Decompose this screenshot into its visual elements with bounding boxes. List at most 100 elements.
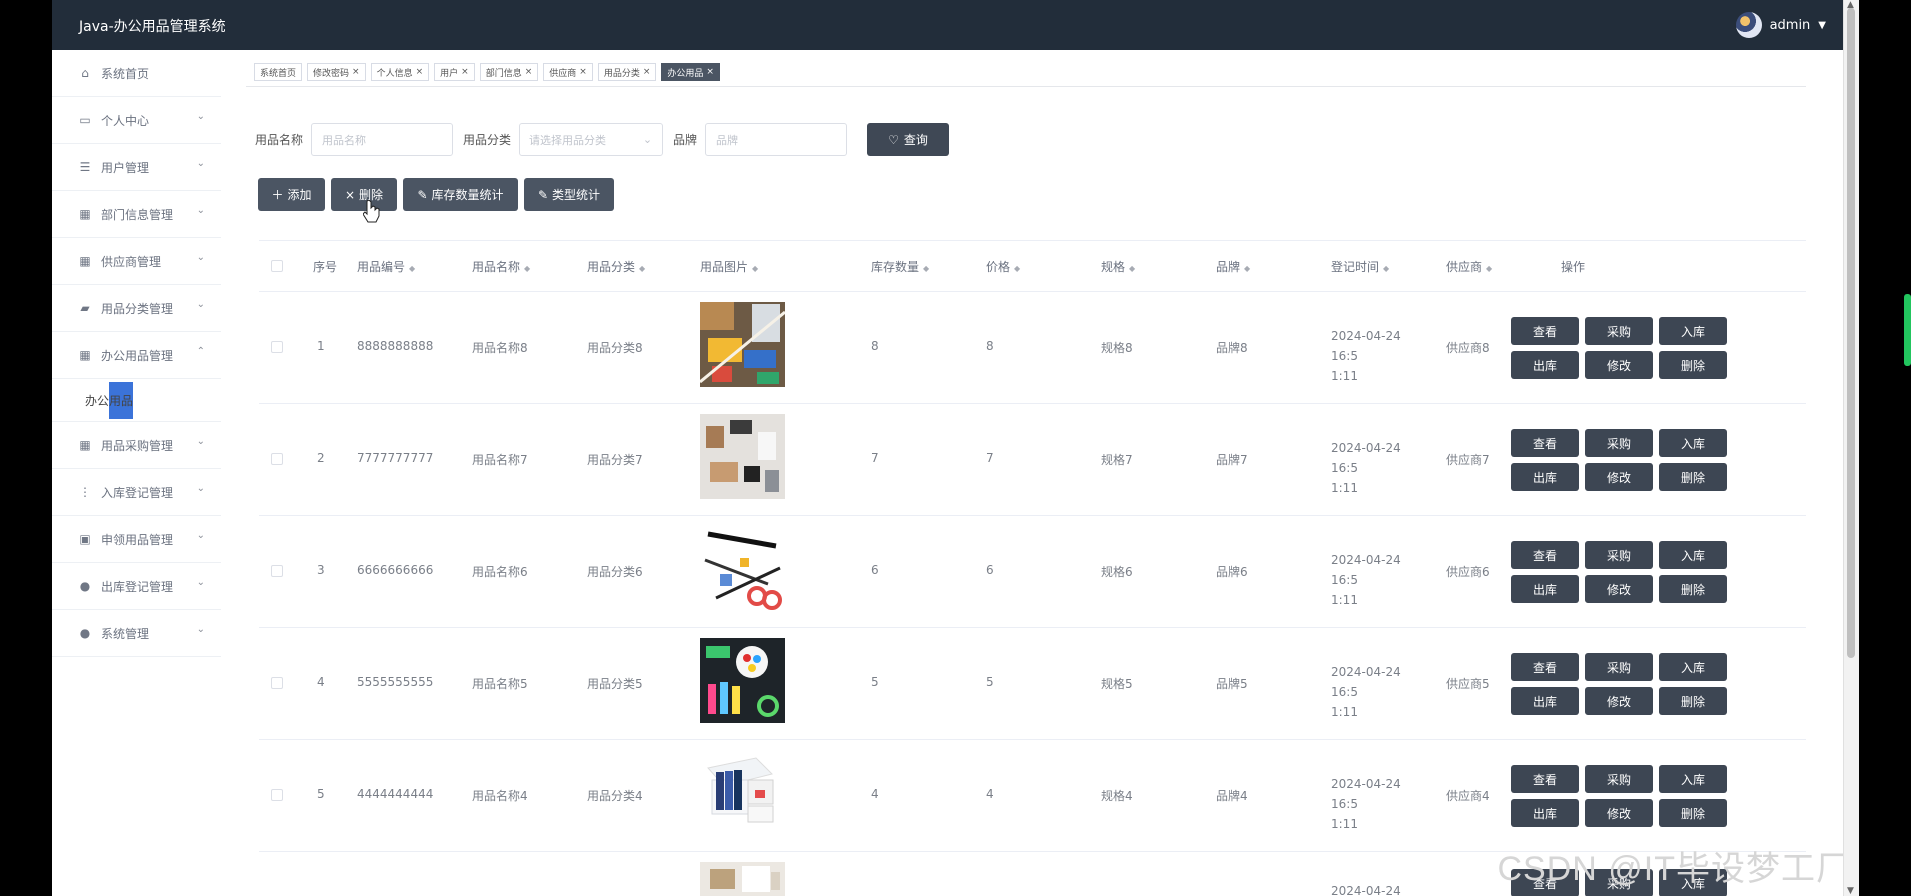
desk-photo-image[interactable] xyxy=(700,862,785,896)
row-checkbox[interactable] xyxy=(271,789,283,801)
purchase-button[interactable]: 采购 xyxy=(1585,653,1653,681)
inbound-button[interactable]: 入库 xyxy=(1659,765,1727,793)
sidebar-item-category-management[interactable]: ▰ 用品分类管理 ⌄ xyxy=(52,285,221,332)
edit-button[interactable]: 修改 xyxy=(1585,799,1653,827)
select-all-checkbox[interactable] xyxy=(271,260,283,272)
outbound-button[interactable]: 出库 xyxy=(1511,463,1579,491)
edit-button[interactable]: 修改 xyxy=(1585,351,1653,379)
sidebar-item-system-management[interactable]: ● 系统管理 ⌄ xyxy=(52,610,221,657)
sidebar-item-label: 系统管理 xyxy=(101,626,150,641)
edit-button[interactable]: 修改 xyxy=(1585,575,1653,603)
column-supplier[interactable]: 供应商 ◆ xyxy=(1446,258,1492,275)
purchase-button[interactable]: 采购 xyxy=(1585,317,1653,345)
file-organizer-image[interactable] xyxy=(700,750,785,835)
row-spec: 规格4 xyxy=(1101,789,1133,803)
delete-row-button[interactable]: 删除 xyxy=(1659,463,1727,491)
category-filter-select[interactable]: 请选择用品分类 ⌄ xyxy=(519,123,664,156)
view-button[interactable]: 查看 xyxy=(1511,765,1579,793)
scroll-thumb[interactable] xyxy=(1847,8,1855,658)
close-icon[interactable]: × xyxy=(352,67,360,77)
add-button[interactable]: ＋ 添加 xyxy=(258,178,325,211)
column-image[interactable]: 用品图片 ◆ xyxy=(700,258,758,275)
sidebar-item-personal-center[interactable]: ▭ 个人中心 ⌄ xyxy=(52,97,221,144)
sidebar-item-request-management[interactable]: ▣ 申领用品管理 ⌄ xyxy=(52,516,221,563)
column-name[interactable]: 用品名称 ◆ xyxy=(472,258,530,275)
sidebar-item-department-management[interactable]: ▦ 部门信息管理 ⌄ xyxy=(52,191,221,238)
inbound-button[interactable]: 入库 xyxy=(1659,653,1727,681)
close-icon[interactable]: × xyxy=(461,67,469,77)
column-code[interactable]: 用品编号 ◆ xyxy=(357,258,415,275)
delete-row-button[interactable]: 删除 xyxy=(1659,799,1727,827)
colorful-stationery-image[interactable] xyxy=(700,638,785,723)
view-button[interactable]: 查看 xyxy=(1511,541,1579,569)
main-content: 系统首页 修改密码 × 个人信息 × 用户 × 部门信息 × 供应商 × 用品分类 × 办公… xyxy=(221,50,1844,896)
column-time[interactable]: 登记时间 ◆ xyxy=(1331,258,1389,275)
tab-office-supplies[interactable]: 办公用品 × xyxy=(661,63,720,81)
query-button[interactable]: ♡ 查询 xyxy=(867,123,950,156)
sidebar-item-label: 入库登记管理 xyxy=(101,485,174,500)
outbound-button[interactable]: 出库 xyxy=(1511,799,1579,827)
stationery-tools-image[interactable] xyxy=(700,526,785,611)
close-icon[interactable]: × xyxy=(416,67,424,77)
sidebar-item-supplier-management[interactable]: ▦ 供应商管理 ⌄ xyxy=(52,238,221,285)
edit-button[interactable]: 修改 xyxy=(1585,687,1653,715)
sidebar-item-purchase-management[interactable]: ▦ 用品采购管理 ⌄ xyxy=(52,422,221,469)
view-button[interactable]: 查看 xyxy=(1511,429,1579,457)
sidebar-item-home[interactable]: ⌂ 系统首页 xyxy=(52,50,221,97)
type-statistics-button[interactable]: ✎ 类型统计 xyxy=(524,178,614,211)
view-button[interactable]: 查看 xyxy=(1511,317,1579,345)
inbound-button[interactable]: 入库 xyxy=(1659,429,1727,457)
row-stock: 5 xyxy=(871,675,879,689)
tab-department-info[interactable]: 部门信息 × xyxy=(479,63,539,81)
delete-row-button[interactable]: 删除 xyxy=(1659,575,1727,603)
tab-user[interactable]: 用户 × xyxy=(434,63,475,81)
edit-button[interactable]: 修改 xyxy=(1585,463,1653,491)
brand-filter-input[interactable]: 品牌 xyxy=(705,123,848,156)
column-category[interactable]: 用品分类 ◆ xyxy=(587,258,645,275)
column-stock[interactable]: 库存数量 ◆ xyxy=(871,258,929,275)
tab-supplier[interactable]: 供应商 × xyxy=(543,63,593,81)
column-brand[interactable]: 品牌 ◆ xyxy=(1216,258,1250,275)
inbound-button[interactable]: 入库 xyxy=(1659,317,1727,345)
inbound-button[interactable]: 入库 xyxy=(1659,541,1727,569)
sidebar-item-office-supplies-management[interactable]: ▦ 办公用品管理 ⌃ xyxy=(52,332,221,379)
sidebar-item-label: 办公用品管理 xyxy=(101,348,174,363)
outbound-button[interactable]: 出库 xyxy=(1511,351,1579,379)
column-spec[interactable]: 规格 ◆ xyxy=(1101,258,1135,275)
close-icon[interactable]: × xyxy=(579,67,587,77)
desk-supplies-image[interactable] xyxy=(700,302,785,387)
row-name: 用品名称5 xyxy=(472,677,528,691)
sidebar-subitem-office-supplies[interactable]: 办公用品 xyxy=(52,379,221,422)
close-icon[interactable]: × xyxy=(706,67,714,77)
row-checkbox[interactable] xyxy=(271,341,283,353)
tab-change-password[interactable]: 修改密码 × xyxy=(307,63,366,81)
vertical-scrollbar[interactable]: ▲ ▼ xyxy=(1843,0,1859,896)
purchase-button[interactable]: 采购 xyxy=(1585,765,1653,793)
purchase-button[interactable]: 采购 xyxy=(1585,429,1653,457)
tab-personal-info[interactable]: 个人信息 × xyxy=(370,63,430,81)
tab-category[interactable]: 用品分类 × xyxy=(597,63,657,81)
delete-row-button[interactable]: 删除 xyxy=(1659,687,1727,715)
row-checkbox[interactable] xyxy=(271,453,283,465)
sidebar-item-user-management[interactable]: ☰ 用户管理 ⌄ xyxy=(52,144,221,191)
stock-statistics-button[interactable]: ✎ 库存数量统计 xyxy=(403,178,518,211)
user-menu[interactable]: admin ▼ xyxy=(1735,12,1826,38)
tab-home[interactable]: 系统首页 xyxy=(254,63,303,81)
flat-lay-image[interactable] xyxy=(700,414,785,499)
close-icon[interactable]: × xyxy=(643,67,651,77)
sidebar-item-inbound-management[interactable]: ⋮ 入库登记管理 ⌄ xyxy=(52,469,221,516)
outbound-button[interactable]: 出库 xyxy=(1511,575,1579,603)
view-button[interactable]: 查看 xyxy=(1511,653,1579,681)
row-checkbox[interactable] xyxy=(271,677,283,689)
close-icon[interactable]: × xyxy=(525,67,533,77)
delete-row-button[interactable]: 删除 xyxy=(1659,351,1727,379)
row-code: 6666666666 xyxy=(357,563,434,577)
sidebar-item-outbound-management[interactable]: ● 出库登记管理 ⌄ xyxy=(52,563,221,610)
purchase-button[interactable]: 采购 xyxy=(1585,541,1653,569)
column-price[interactable]: 价格 ◆ xyxy=(986,258,1020,275)
name-filter-input[interactable]: 用品名称 xyxy=(311,123,454,156)
row-checkbox[interactable] xyxy=(271,565,283,577)
scroll-down-icon[interactable]: ▼ xyxy=(1847,886,1854,896)
outbound-button[interactable]: 出库 xyxy=(1511,687,1579,715)
column-label: 库存数量 xyxy=(871,260,920,274)
